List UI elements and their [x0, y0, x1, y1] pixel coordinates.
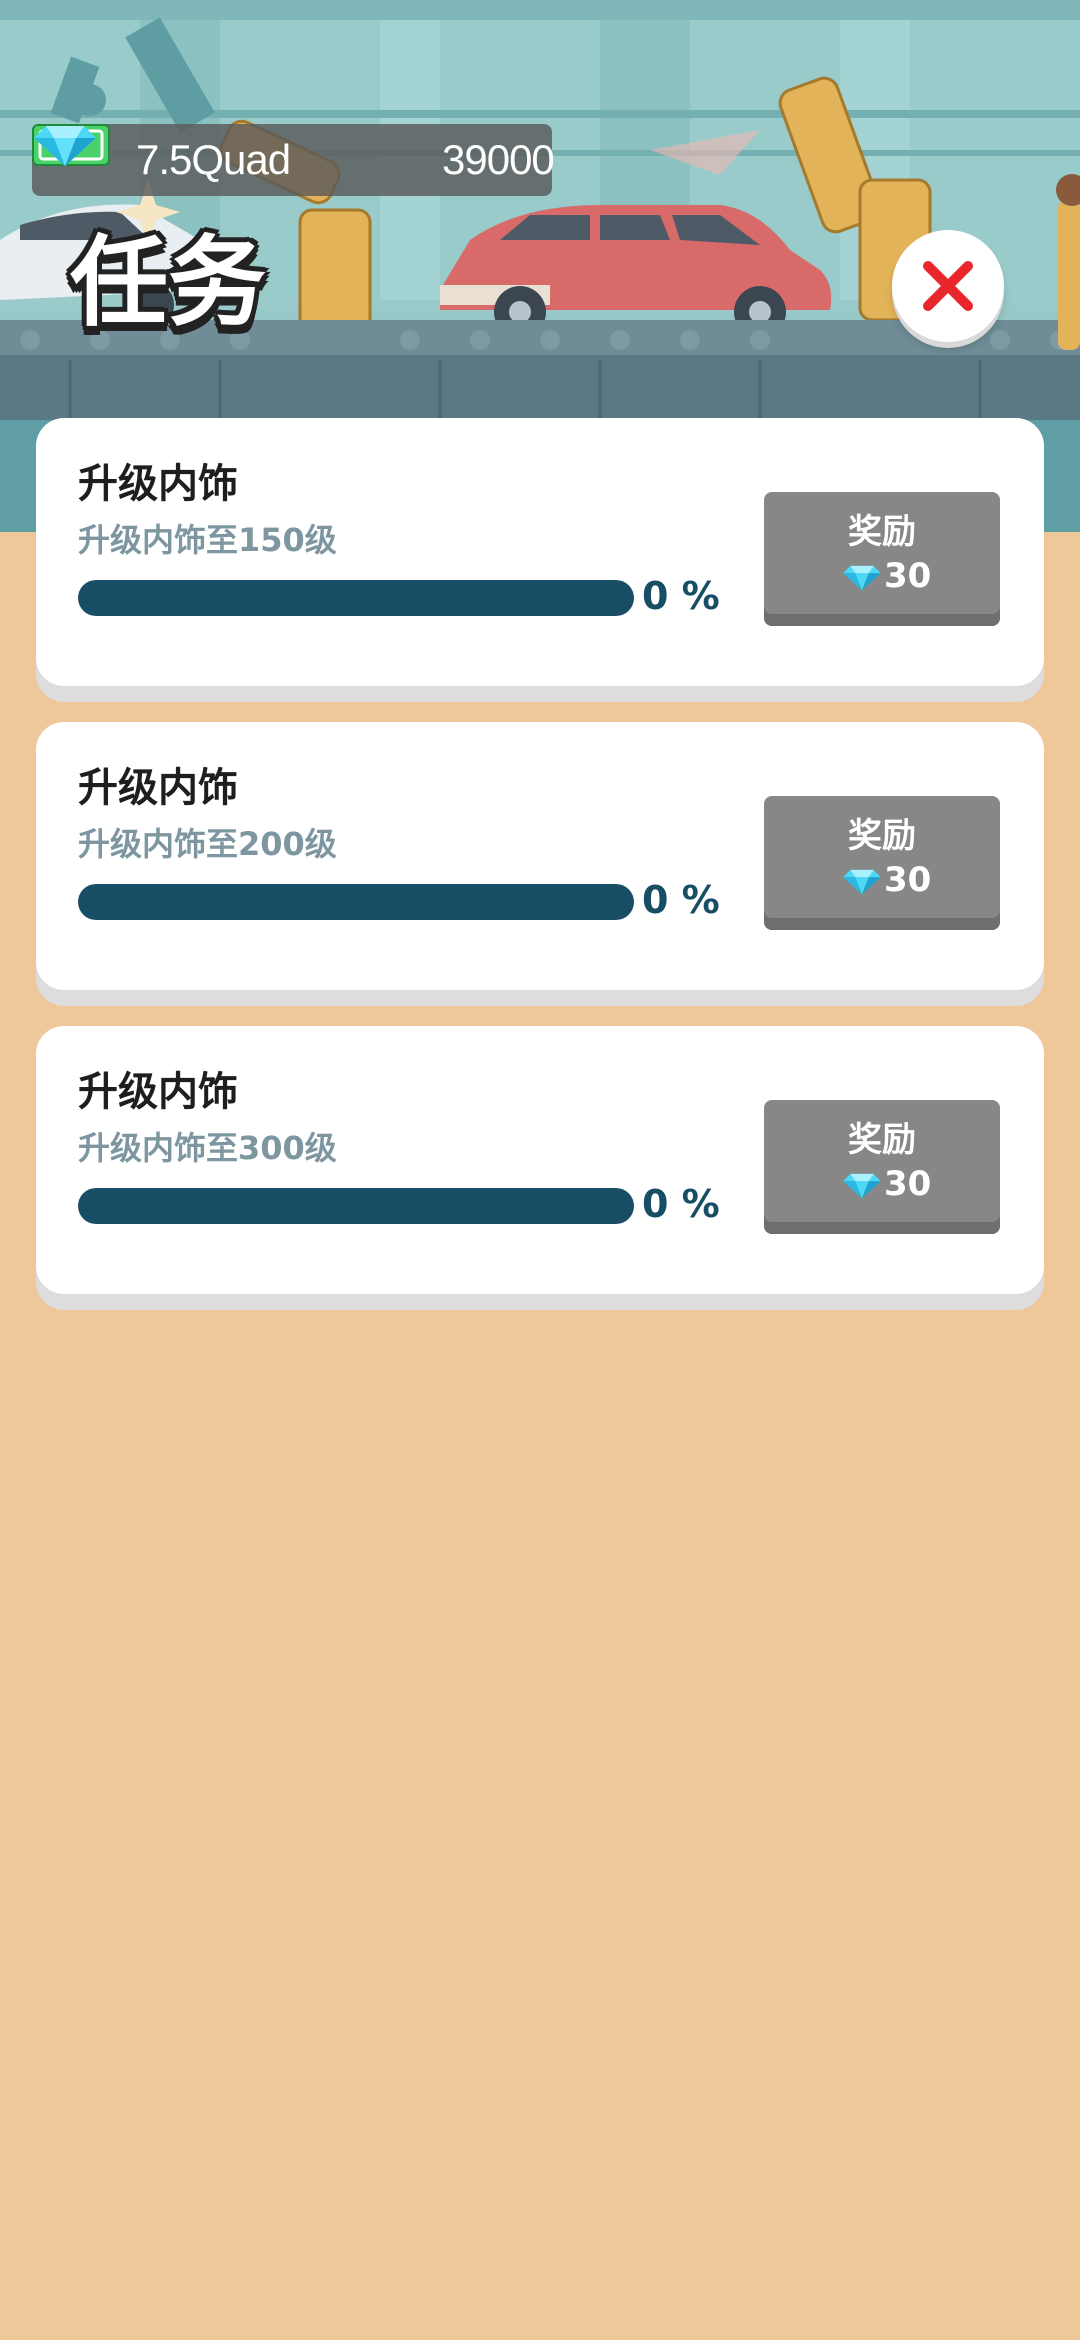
task-progress-percent: 0 % [642, 1182, 720, 1226]
gem-icon [843, 565, 881, 591]
reward-label: 奖励 [848, 1120, 916, 1160]
claim-reward-button[interactable]: 奖励 30 [764, 1100, 1000, 1234]
task-title: 升级内饰 [78, 461, 238, 507]
task-card: 升级内饰 升级内饰至150级 0 % 奖励 30 [36, 418, 1044, 686]
gem-icon [843, 1173, 881, 1199]
reward-label: 奖励 [848, 512, 916, 552]
currency-bar: 7.5Quad 39000 [32, 124, 555, 196]
claim-reward-button[interactable]: 奖励 30 [764, 492, 1000, 626]
gem-amount: 39000 [442, 136, 555, 183]
close-button[interactable] [892, 230, 1004, 342]
task-progress-bar [78, 884, 634, 920]
task-progress-bar [78, 580, 634, 616]
task-title: 升级内饰 [78, 765, 238, 811]
claim-reward-button[interactable]: 奖励 30 [764, 796, 1000, 930]
task-description: 升级内饰至300级 [78, 1129, 337, 1167]
reward-label: 奖励 [848, 816, 916, 856]
cash-amount: 7.5Quad [136, 136, 291, 183]
gem-icon [34, 126, 96, 166]
reward-amount: 30 [884, 556, 932, 596]
close-x-icon [923, 261, 973, 311]
reward-amount: 30 [884, 1164, 932, 1204]
task-list: 升级内饰 升级内饰至150级 0 % 奖励 30 升级内饰 升级内饰至200级 … [36, 418, 1044, 1330]
task-title: 升级内饰 [78, 1069, 238, 1115]
reward-amount: 30 [884, 860, 932, 900]
task-progress-percent: 0 % [642, 574, 720, 618]
task-progress-bar [78, 1188, 634, 1224]
task-card: 升级内饰 升级内饰至300级 0 % 奖励 30 [36, 1026, 1044, 1294]
task-description: 升级内饰至200级 [78, 825, 337, 863]
task-progress-percent: 0 % [642, 878, 720, 922]
page-title: 任务 [70, 226, 267, 340]
gem-icon [843, 869, 881, 895]
task-description: 升级内饰至150级 [78, 521, 337, 559]
task-card: 升级内饰 升级内饰至200级 0 % 奖励 30 [36, 722, 1044, 990]
